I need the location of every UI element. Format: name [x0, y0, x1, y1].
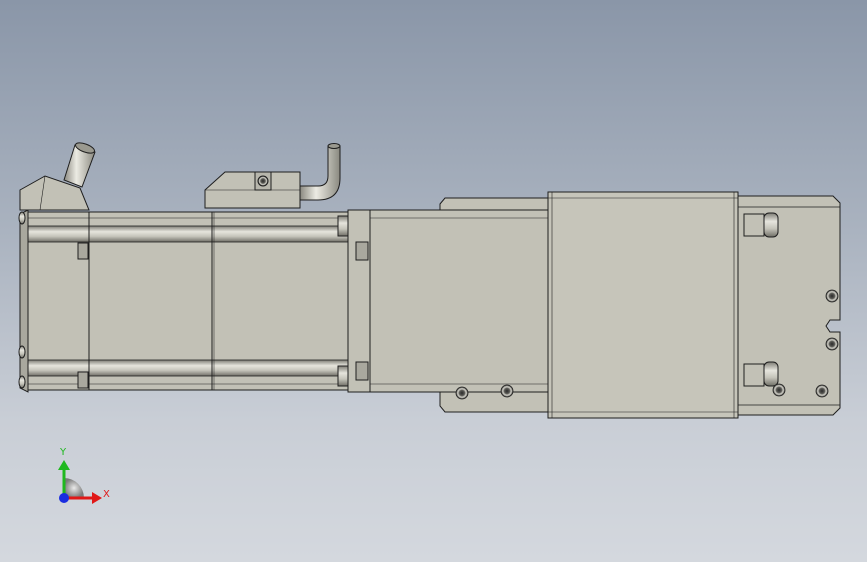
- coordinate-triad: Y X: [58, 447, 110, 504]
- carriage-slider[interactable]: [547, 191, 739, 419]
- encoder-connector[interactable]: [19, 141, 96, 211]
- motor-body[interactable]: [18, 209, 349, 393]
- model-view[interactable]: Y X: [0, 0, 867, 562]
- power-connector[interactable]: [204, 143, 341, 209]
- cad-viewport[interactable]: Y X: [0, 0, 867, 562]
- linear-housing[interactable]: [369, 209, 551, 393]
- x-axis-label: X: [103, 489, 110, 500]
- y-axis-label: Y: [59, 447, 67, 458]
- actuator-assembly[interactable]: [18, 141, 841, 419]
